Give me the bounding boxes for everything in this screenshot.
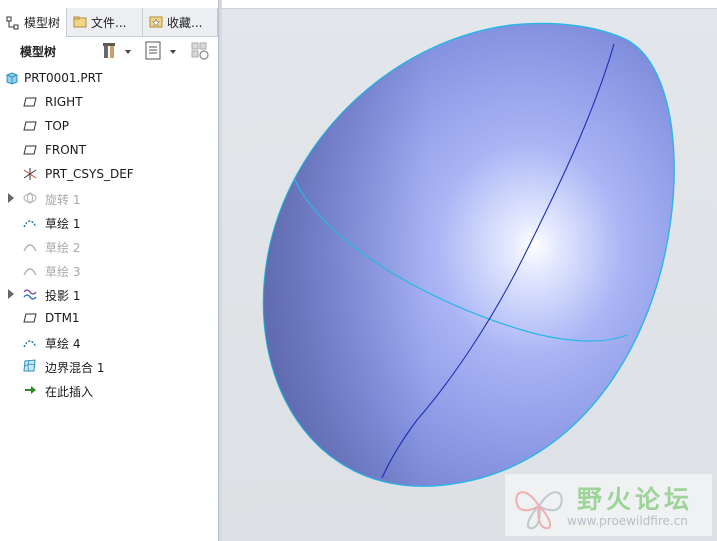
model-tree-toolbar: 模型树 xyxy=(0,37,218,65)
tree-item-sketch-2[interactable]: 草绘 2 xyxy=(0,234,218,258)
watermark: 野火论坛 www.proewildfire.cn xyxy=(505,474,712,536)
tree-item-csys[interactable]: PRT_CSYS_DEF xyxy=(0,162,218,186)
part-icon xyxy=(6,72,18,85)
settings-button[interactable] xyxy=(101,40,131,62)
datum-plane-icon xyxy=(23,97,37,107)
tree-root-part[interactable]: PRT0001.PRT xyxy=(0,66,218,90)
expand-arrow-icon[interactable] xyxy=(8,289,14,299)
graphics-viewport[interactable] xyxy=(222,0,717,541)
revolve-icon xyxy=(23,192,37,204)
tree-item-sketch-3[interactable]: 草绘 3 xyxy=(0,258,218,282)
model-tree-icon xyxy=(6,16,19,29)
sketch-icon xyxy=(23,340,37,348)
tree-item-label: 草绘 2 xyxy=(45,241,81,255)
tree-item-projection[interactable]: 投影 1 xyxy=(0,282,218,306)
favorites-icon xyxy=(149,16,163,28)
tree-item-right[interactable]: RIGHT xyxy=(0,90,218,114)
tree-item-label: FRONT xyxy=(45,143,86,157)
settings-icon xyxy=(103,43,131,58)
tab-folder-browser[interactable]: 文件... xyxy=(67,8,143,36)
projected-curve-icon xyxy=(23,289,37,300)
panel-tabs: 模型树 文件... 收藏... xyxy=(0,8,218,37)
tree-item-label: TOP xyxy=(45,119,70,133)
coordinate-system-icon xyxy=(23,168,37,180)
tree-item-label: DTM1 xyxy=(45,311,80,325)
boundary-blend-icon xyxy=(23,359,36,372)
expand-arrow-icon[interactable] xyxy=(8,193,14,203)
tab-favorites[interactable]: 收藏... xyxy=(143,8,218,36)
watermark-url: www.proewildfire.cn xyxy=(567,514,688,528)
model-tree-panel: 模型树 文件... 收藏... 模型树 PRT0001.PRT RIGHT TO… xyxy=(0,0,218,541)
tree-item-label: PRT_CSYS_DEF xyxy=(45,167,134,181)
tree-item-insert-here[interactable]: 在此插入 xyxy=(0,378,218,402)
folder-icon xyxy=(73,16,87,28)
insert-here-arrow-icon xyxy=(25,386,36,394)
watermark-title: 野火论坛 xyxy=(577,485,694,514)
show-list-icon xyxy=(145,41,176,60)
toolbar-title: 模型树 xyxy=(20,45,57,59)
tree-root-label: PRT0001.PRT xyxy=(24,71,103,85)
tree-item-label: RIGHT xyxy=(45,95,83,109)
sketch-icon xyxy=(23,244,37,252)
tree-item-dtm1[interactable]: DTM1 xyxy=(0,306,218,330)
tree-item-label: 投影 1 xyxy=(45,289,81,303)
tab-model-tree[interactable]: 模型树 xyxy=(0,8,67,37)
datum-plane-icon xyxy=(23,121,37,131)
tree-item-label: 旋转 1 xyxy=(45,193,81,207)
viewport-top-bar xyxy=(222,0,717,9)
tree-item-top[interactable]: TOP xyxy=(0,114,218,138)
tree-item-label: 边界混合 1 xyxy=(45,361,105,375)
egg-surface-model[interactable] xyxy=(222,0,717,541)
filter-icon xyxy=(191,42,209,60)
tree-item-sketch-4[interactable]: 草绘 4 xyxy=(0,330,218,354)
tree-item-revolve[interactable]: 旋转 1 xyxy=(0,186,218,210)
tree-item-sketch-1[interactable]: 草绘 1 xyxy=(0,210,218,234)
tree-item-front[interactable]: FRONT xyxy=(0,138,218,162)
tree-item-label: 草绘 1 xyxy=(45,217,81,231)
tab-model-tree-label: 模型树 xyxy=(24,16,61,30)
show-list-button[interactable] xyxy=(145,40,179,62)
filter-button[interactable] xyxy=(190,40,212,62)
butterfly-logo-icon xyxy=(515,491,563,530)
datum-plane-icon xyxy=(23,313,37,323)
tree-item-boundary-blend[interactable]: 边界混合 1 xyxy=(0,354,218,378)
sketch-icon xyxy=(23,268,37,276)
tree-item-label: 在此插入 xyxy=(45,385,94,399)
datum-plane-icon xyxy=(23,145,37,155)
sketch-icon xyxy=(23,220,37,228)
tree-item-label: 草绘 4 xyxy=(45,337,81,351)
tab-folder-browser-label: 文件... xyxy=(91,15,127,30)
tab-favorites-label: 收藏... xyxy=(167,15,203,30)
tree-item-label: 草绘 3 xyxy=(45,265,81,279)
